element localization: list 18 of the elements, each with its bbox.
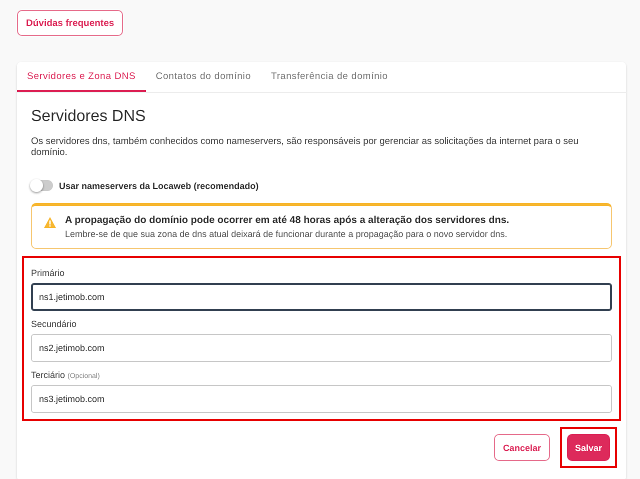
alert-title: A propagação do domínio pode ocorrer em até 48 horas após a alteração dos servidores dns. <box>65 215 510 226</box>
tab[interactable]: Transferência de domínio <box>261 62 398 92</box>
tab[interactable]: Contatos do domínio <box>146 62 262 92</box>
cancel-button[interactable]: Cancelar <box>494 434 550 461</box>
field-label: Primário <box>31 268 66 278</box>
tab[interactable]: Servidores e Zona DNS <box>17 62 146 92</box>
faq-button[interactable]: Dúvidas frequentes <box>17 10 124 36</box>
toggle-switch[interactable] <box>31 180 53 191</box>
description: Os servidores dns, também conhecidos como nameservers, são responsáveis por gerenciar as solicitações da internet para o seu domínio. <box>31 136 580 158</box>
section-heading: Servidores DNS <box>31 108 146 126</box>
warning-icon <box>44 217 56 228</box>
input-field[interactable]: ns3.jetimob.com <box>31 385 612 413</box>
alert-text: Lembre-se de que sua zona de dns atual deixará de funcionar durante a propagação para o novo servidor dns. <box>65 229 508 239</box>
toggle-label: Usar nameservers da Locaweb (recomendado) <box>59 180 259 190</box>
input-field[interactable]: ns1.jetimob.com <box>31 283 612 311</box>
input-field[interactable]: ns2.jetimob.com <box>31 334 612 362</box>
save-button[interactable]: Salvar <box>566 434 610 461</box>
field-label: Secundário <box>31 319 78 329</box>
